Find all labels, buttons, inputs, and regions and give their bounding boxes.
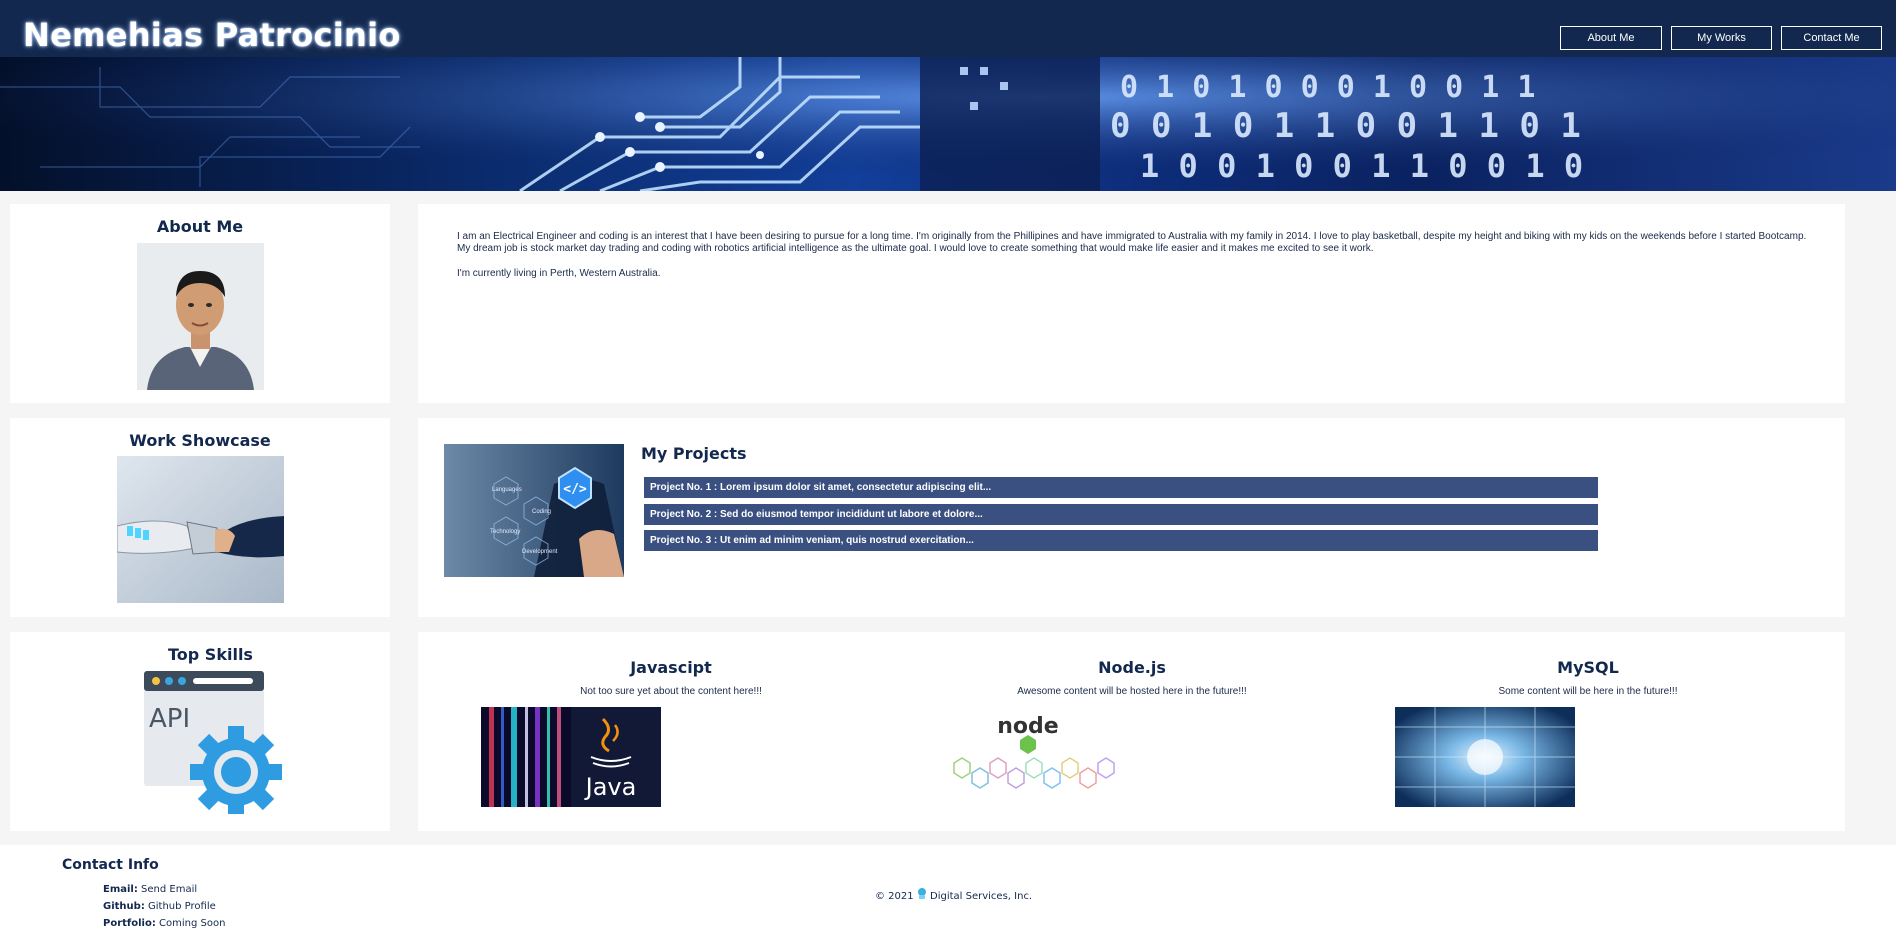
about-paragraph-1: I am an Electrical Engineer and coding i… bbox=[457, 231, 1807, 254]
svg-text:0 1 0 1 0 0 0 1 0 0 1 1: 0 1 0 1 0 0 0 1 0 0 1 1 bbox=[1120, 70, 1535, 105]
email-link[interactable]: Send Email bbox=[141, 884, 197, 895]
circuit-banner: 0 1 0 1 0 0 0 1 0 0 1 1 0 0 1 0 1 1 0 0 … bbox=[0, 57, 1896, 191]
top-skills-heading: Top Skills bbox=[168, 645, 253, 664]
projects-panel: </> Languages Coding Technology Developm… bbox=[418, 418, 1845, 617]
tech-coding-image: </> Languages Coding Technology Developm… bbox=[444, 444, 624, 577]
tech-label-coding: Coding bbox=[532, 509, 551, 515]
api-icon-text: API bbox=[149, 704, 190, 734]
svg-text:0 0 1 0 1 1 0 0 1 1 0 1: 0 0 1 0 1 1 0 0 1 1 0 1 bbox=[1110, 106, 1581, 146]
about-me-text: I am an Electrical Engineer and coding i… bbox=[457, 231, 1817, 293]
about-me-heading: About Me bbox=[156, 217, 244, 236]
skill-nodejs-title: Node.js bbox=[1098, 658, 1166, 677]
email-label: Email: bbox=[103, 884, 138, 895]
work-showcase-panel: Work Showcase bbox=[10, 418, 390, 617]
contact-portfolio-row: Portfolio: Coming Soon bbox=[103, 918, 225, 929]
site-header: Nemehias Patrocinio About Me My Works Co… bbox=[0, 0, 1896, 57]
copyright-prefix: © 2021 bbox=[875, 891, 914, 902]
brand-logo-icon bbox=[917, 888, 926, 899]
tech-label-technology: Technology bbox=[490, 529, 520, 535]
about-me-panel: About Me bbox=[10, 204, 390, 403]
skill-mysql: MySQL Some content will be here in the f… bbox=[1458, 658, 1718, 697]
about-paragraph-2: I'm currently living in Perth, Western A… bbox=[457, 268, 661, 279]
project-3-bar[interactable]: Project No. 3 : Ut enim ad minim veniam,… bbox=[644, 530, 1598, 551]
profile-photo bbox=[137, 243, 264, 390]
cyber-data-image bbox=[1395, 707, 1575, 807]
skill-javascript-description: Not too sure yet about the content here!… bbox=[580, 686, 762, 697]
contact-info-heading: Contact Info bbox=[62, 857, 159, 873]
top-nav: About Me My Works Contact Me bbox=[1560, 26, 1882, 50]
tech-label-development: Development bbox=[522, 549, 558, 555]
project-2-bar[interactable]: Project No. 2 : Sed do eiusmod tempor in… bbox=[644, 504, 1598, 525]
site-title: Nemehias Patrocinio bbox=[23, 16, 401, 54]
circuit-banner-art: 0 1 0 1 0 0 0 1 0 0 1 1 0 0 1 0 1 1 0 0 … bbox=[0, 57, 1896, 191]
robot-handshake-image bbox=[117, 456, 284, 603]
copyright-company: Digital Services, Inc. bbox=[930, 891, 1033, 902]
portfolio-label: Portfolio: bbox=[103, 918, 156, 929]
portfolio-value: Coming Soon bbox=[159, 918, 226, 929]
api-gear-icon: API bbox=[144, 671, 282, 814]
skill-javascript-title: Javascipt bbox=[630, 658, 712, 677]
top-skills-panel: Top Skills API bbox=[10, 632, 390, 831]
tech-label-languages: Languages bbox=[492, 487, 522, 493]
skill-javascript: Javascipt Not too sure yet about the con… bbox=[544, 658, 798, 697]
project-1-bar[interactable]: Project No. 1 : Lorem ipsum dolor sit am… bbox=[644, 477, 1598, 498]
skill-nodejs: Node.js Awesome content will be hosted h… bbox=[1002, 658, 1262, 697]
skill-mysql-description: Some content will be here in the future!… bbox=[1498, 686, 1678, 697]
about-me-text-panel: I am an Electrical Engineer and coding i… bbox=[418, 204, 1845, 403]
java-logo: Java bbox=[481, 707, 661, 807]
skill-mysql-title: MySQL bbox=[1557, 658, 1619, 677]
github-label: Github: bbox=[103, 901, 145, 912]
github-link[interactable]: Github Profile bbox=[148, 901, 216, 912]
nav-about-me-button[interactable]: About Me bbox=[1560, 26, 1662, 50]
svg-text:</>: </> bbox=[563, 482, 587, 497]
nav-contact-me-button[interactable]: Contact Me bbox=[1781, 26, 1882, 50]
my-projects-heading: My Projects bbox=[641, 444, 747, 463]
skills-detail-panel: Javascipt Not too sure yet about the con… bbox=[418, 632, 1845, 831]
work-showcase-heading: Work Showcase bbox=[129, 431, 271, 450]
svg-text:1 0 0 1 0 0 1 1 0 0 1 0: 1 0 0 1 0 0 1 1 0 0 1 0 bbox=[1140, 147, 1583, 185]
contact-github-row: Github: Github Profile bbox=[103, 901, 216, 912]
contact-email-row: Email: Send Email bbox=[103, 884, 197, 895]
nodejs-logo: node bbox=[938, 707, 1118, 807]
java-logo-text: Java bbox=[584, 773, 637, 801]
copyright: © 2021 Digital Services, Inc. bbox=[875, 888, 1032, 902]
skill-nodejs-description: Awesome content will be hosted here in t… bbox=[1017, 686, 1247, 697]
site-footer: Contact Info Email: Send Email Github: G… bbox=[0, 845, 1896, 932]
nav-my-works-button[interactable]: My Works bbox=[1671, 26, 1772, 50]
